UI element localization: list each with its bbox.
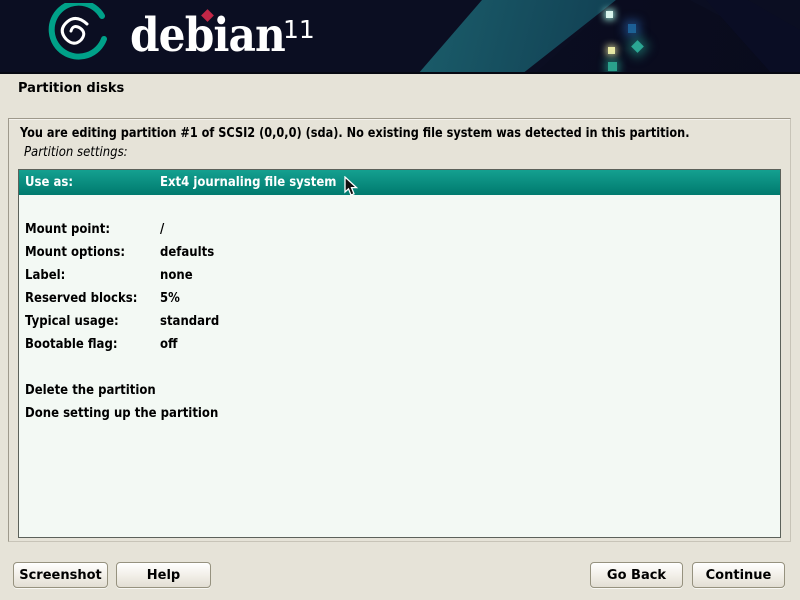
settings-row-use-as[interactable]: Use as: Ext4 journaling file system (19, 170, 780, 195)
settings-row-bootable-flag[interactable]: Bootable flag: off (19, 333, 780, 356)
help-button[interactable]: Help (116, 562, 211, 588)
setting-label: Typical usage: (25, 310, 119, 333)
setting-label: Label: (25, 264, 65, 287)
spacer-row (19, 356, 780, 379)
action-done-partition[interactable]: Done setting up the partition (19, 402, 780, 425)
action-delete-partition[interactable]: Delete the partition (19, 379, 780, 402)
settings-row-mount-options[interactable]: Mount options: defaults (19, 241, 780, 264)
content-frame: You are editing partition #1 of SCSI2 (0… (8, 118, 791, 542)
banner-spark-square-teal (608, 62, 617, 71)
banner-spark-square-blue (628, 24, 636, 33)
banner: debian 11 (0, 0, 800, 74)
page-title: Partition disks (18, 81, 124, 96)
screenshot-button[interactable]: Screenshot (13, 562, 108, 588)
partition-settings-list[interactable]: Use as: Ext4 journaling file system Moun… (18, 169, 781, 538)
banner-spark-square-yellow (608, 47, 615, 54)
settings-row-label[interactable]: Label: none (19, 264, 780, 287)
debian-version: 11 (283, 15, 315, 44)
mouse-cursor-icon (344, 176, 359, 197)
setting-value: 5% (160, 287, 180, 310)
action-label: Delete the partition (25, 379, 156, 402)
settings-row-reserved-blocks[interactable]: Reserved blocks: 5% (19, 287, 780, 310)
setting-value: standard (160, 310, 219, 333)
edit-partition-message: You are editing partition #1 of SCSI2 (0… (20, 126, 690, 141)
setting-value: none (160, 264, 193, 287)
banner-spark-square-white (606, 11, 613, 18)
settings-row-mount-point[interactable]: Mount point: / (19, 218, 780, 241)
debian-swirl-icon (40, 3, 114, 71)
setting-value: off (160, 333, 178, 356)
settings-row-typical-usage[interactable]: Typical usage: standard (19, 310, 780, 333)
banner-navy-shape (0, 0, 800, 74)
setting-value: / (160, 218, 164, 241)
setting-label: Bootable flag: (25, 333, 118, 356)
partition-settings-label: Partition settings: (24, 145, 128, 160)
go-back-button[interactable]: Go Back (590, 562, 683, 588)
setting-value: Ext4 journaling file system (160, 170, 336, 195)
setting-label: Use as: (25, 170, 73, 195)
setting-label: Mount options: (25, 241, 125, 264)
continue-button[interactable]: Continue (692, 562, 785, 588)
setting-label: Reserved blocks: (25, 287, 137, 310)
setting-value: defaults (160, 241, 214, 264)
action-label: Done setting up the partition (25, 402, 218, 425)
setting-label: Mount point: (25, 218, 110, 241)
spacer-row (19, 195, 780, 218)
